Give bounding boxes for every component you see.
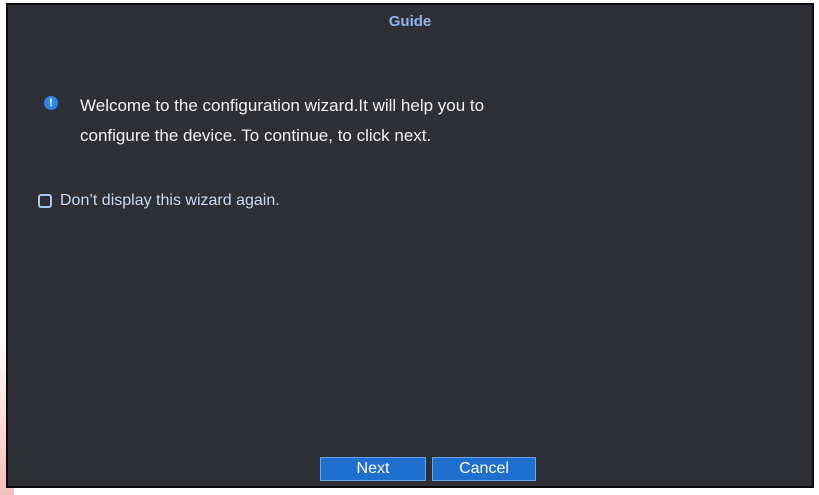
dont-display-again-label[interactable]: Don’t display this wizard again.	[60, 192, 280, 210]
screen: Guide ! Welcome to the configuration wiz…	[0, 0, 819, 495]
guide-dialog: Guide ! Welcome to the configuration wiz…	[6, 3, 814, 488]
cancel-button[interactable]: Cancel	[432, 457, 536, 481]
next-button[interactable]: Next	[320, 457, 426, 481]
welcome-message-line-2: configure the device. To continue, to cl…	[80, 126, 432, 145]
welcome-message-line-1: Welcome to the configuration wizard.It w…	[80, 96, 485, 115]
dialog-title: Guide	[388, 13, 432, 30]
info-icon: !	[44, 96, 58, 110]
welcome-message: Welcome to the configuration wizard.It w…	[80, 91, 640, 151]
dont-display-again-option[interactable]: Don’t display this wizard again.	[38, 190, 280, 212]
checkbox-icon[interactable]	[38, 194, 52, 208]
